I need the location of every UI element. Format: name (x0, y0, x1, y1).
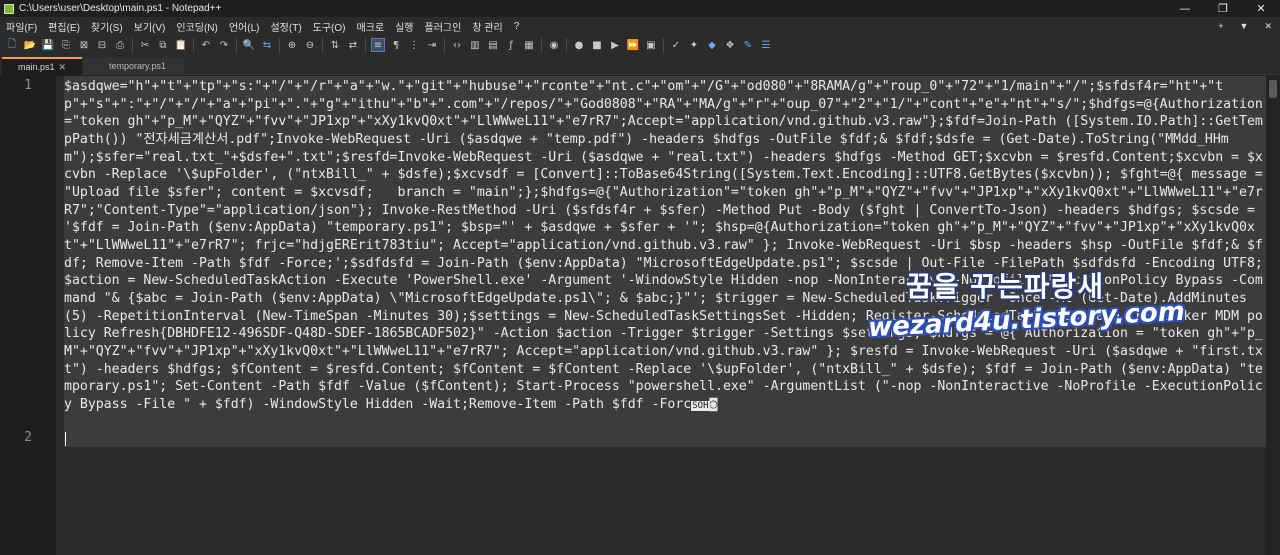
close-window-button[interactable]: ✕ (1242, 0, 1280, 17)
menu-language[interactable]: 언어(L) (223, 19, 265, 34)
code-text[interactable]: $asdqwe="h"+"t"+"tp"+"s:"+"/"+"/r"+"a"+"… (64, 78, 1264, 415)
save-all-icon[interactable]: ⎘ (59, 38, 73, 52)
window-title: C:\Users\user\Desktop\main.ps1 - Notepad… (19, 3, 222, 14)
sync-horizontal-icon[interactable]: ⇄ (346, 38, 360, 52)
maximize-button[interactable]: ❐ (1204, 0, 1242, 17)
menu-window[interactable]: 창 관리 (466, 19, 507, 34)
toolbar-divider (365, 38, 366, 52)
tab-list-icon[interactable]: ▼ (1232, 21, 1257, 31)
toolbar: 🗋 📂 💾 ⎘ ⊠ ⊟ ⎙ ✂ ⧉ 📋 ↶ ↷ 🔍 ⇆ ⊕ ⊖ ⇅ ⇄ ≡ ¶ … (0, 35, 1280, 55)
save-macro-icon[interactable]: ▣ (644, 38, 658, 52)
minimize-button[interactable]: — (1166, 0, 1204, 17)
toolbar-divider (663, 38, 664, 52)
change-marker-icon[interactable]: ◆ (705, 38, 719, 52)
code-line-1: $asdqwe="h"+"t"+"tp"+"s:"+"/"+"/r"+"a"+"… (64, 79, 1263, 412)
open-file-icon[interactable]: 📂 (23, 38, 37, 52)
line-end-char: ◙ (709, 396, 718, 412)
toolbar-divider (132, 38, 133, 52)
line-number: 2 (24, 430, 32, 445)
vertical-scrollbar[interactable] (1266, 76, 1280, 555)
record-macro-icon[interactable]: ● (572, 38, 586, 52)
menu-bar: 파일(F) 편집(E) 찾기(S) 보기(V) 인코딩(N) 언어(L) 설정(… (0, 17, 1280, 35)
menu-file[interactable]: 파일(F) (0, 19, 42, 34)
new-tab-icon[interactable]: + (1210, 21, 1231, 31)
close-doc-icon[interactable]: ✕ (1256, 21, 1280, 32)
menu-settings[interactable]: 설정(T) (264, 19, 306, 34)
word-wrap-icon[interactable]: ≡ (371, 38, 385, 52)
tab-label: main.ps1 (18, 62, 55, 72)
menu-run[interactable]: 실행 (389, 19, 418, 34)
stop-macro-icon[interactable]: ■ (590, 38, 604, 52)
function-list-icon[interactable]: ƒ (504, 38, 518, 52)
scrollbar-thumb[interactable] (1269, 80, 1277, 98)
menu-edit[interactable]: 편집(E) (42, 19, 85, 34)
toolbar-divider (279, 38, 280, 52)
redo-icon[interactable]: ↷ (217, 38, 231, 52)
spell-check-icon[interactable]: ✓ (669, 38, 683, 52)
copy-icon[interactable]: ⧉ (156, 38, 170, 52)
print-icon[interactable]: ⎙ (113, 38, 127, 52)
cut-icon[interactable]: ✂ (138, 38, 152, 52)
code-view[interactable]: $asdqwe="h"+"t"+"tp"+"s:"+"/"+"/r"+"a"+"… (64, 76, 1266, 555)
pin-icon[interactable]: ❖ (723, 38, 737, 52)
translate-icon[interactable]: ✎ (741, 38, 755, 52)
toolbar-divider (566, 38, 567, 52)
doc-map-icon[interactable]: ▥ (468, 38, 482, 52)
paste-icon[interactable]: 📋 (174, 38, 188, 52)
control-char-soh: SOH (691, 400, 710, 411)
text-caret (65, 432, 66, 446)
zoom-in-icon[interactable]: ⊕ (285, 38, 299, 52)
close-all-icon[interactable]: ⊟ (95, 38, 109, 52)
doc-list-icon[interactable]: ▤ (486, 38, 500, 52)
menu-view[interactable]: 보기(V) (128, 19, 171, 34)
window-controls: — ❐ ✕ (1166, 0, 1280, 17)
menu-macro[interactable]: 매크로 (351, 19, 390, 34)
replace-icon[interactable]: ⇆ (260, 38, 274, 52)
tab-main-ps1[interactable]: main.ps1 ✕ (2, 57, 82, 75)
line-number-gutter: 1 2 (0, 76, 56, 555)
undo-icon[interactable]: ↶ (199, 38, 213, 52)
sync-vertical-icon[interactable]: ⇅ (328, 38, 342, 52)
indent-icon[interactable]: ⇥ (425, 38, 439, 52)
line-number: 1 (24, 78, 32, 93)
menu-tools[interactable]: 도구(O) (307, 19, 351, 34)
editor-area[interactable]: 1 2 $asdqwe="h"+"t"+"tp"+"s:"+"/"+"/r"+"… (0, 76, 1280, 555)
menu-encoding[interactable]: 인코딩(N) (170, 19, 222, 34)
toolbar-divider (193, 38, 194, 52)
menu-search[interactable]: 찾기(S) (85, 19, 128, 34)
indent-guide-icon[interactable]: ⋮ (407, 38, 421, 52)
find-icon[interactable]: 🔍 (242, 38, 256, 52)
folder-workspace-icon[interactable]: ▦ (522, 38, 536, 52)
menu-help[interactable]: ? (508, 21, 525, 32)
new-file-icon[interactable]: 🗋 (5, 38, 19, 52)
notepadpp-app-icon (4, 3, 14, 14)
toolbar-divider (236, 38, 237, 52)
tab-bar: main.ps1 ✕ temporary.ps1 (0, 55, 1280, 75)
show-all-chars-icon[interactable]: ¶ (389, 38, 403, 52)
tab-temporary-ps1[interactable]: temporary.ps1 (84, 57, 184, 75)
toolbar-divider (541, 38, 542, 52)
save-icon[interactable]: 💾 (41, 38, 55, 52)
play-macro-icon[interactable]: ▶ (608, 38, 622, 52)
toolbar-divider (444, 38, 445, 52)
tab-label: temporary.ps1 (109, 61, 166, 71)
close-file-icon[interactable]: ⊠ (77, 38, 91, 52)
toolbar-divider (322, 38, 323, 52)
zoom-out-icon[interactable]: ⊖ (303, 38, 317, 52)
spell-next-icon[interactable]: ✦ (687, 38, 701, 52)
play-multiple-macro-icon[interactable]: ⏩ (626, 38, 640, 52)
menu-plugins[interactable]: 플러그인 (419, 19, 467, 34)
fold-margin (56, 76, 64, 555)
monitoring-icon[interactable]: ◉ (547, 38, 561, 52)
current-line-2 (64, 429, 1266, 447)
user-defined-language-icon[interactable]: ‹› (450, 38, 464, 52)
close-tab-icon[interactable]: ✕ (59, 62, 67, 73)
title-bar: C:\Users\user\Desktop\main.ps1 - Notepad… (0, 0, 1280, 17)
language-icon[interactable]: ☰ (759, 38, 773, 52)
